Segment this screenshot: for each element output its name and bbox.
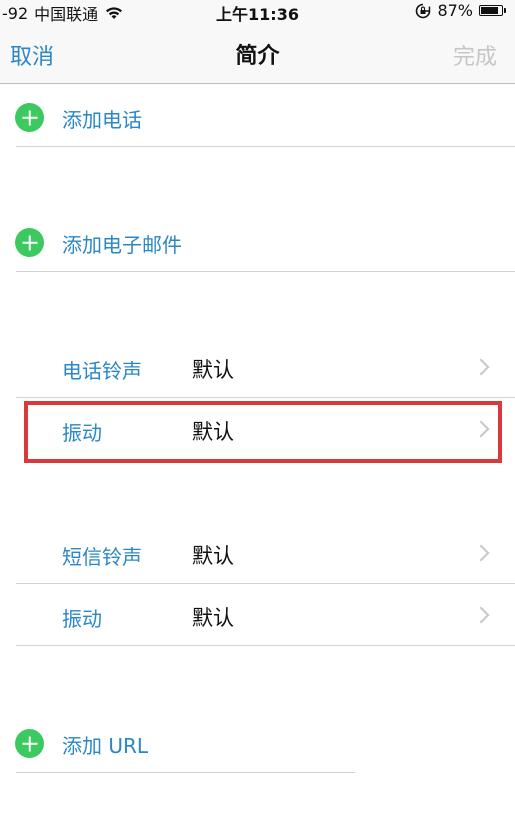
rotation-lock-icon bbox=[415, 3, 431, 19]
add-icon bbox=[15, 729, 44, 758]
ringtone-row[interactable]: 电话铃声 默认 bbox=[0, 338, 515, 398]
add-phone-row[interactable]: 添加电话 bbox=[0, 87, 515, 147]
contact-edit-screen: -92 中国联通 上午11:36 87% 取消 简介 完成 添加电话 添加电子邮… bbox=[0, 0, 515, 821]
text-vibration-row[interactable]: 振动 默认 bbox=[0, 586, 515, 646]
ringtone-value: 默认 bbox=[192, 358, 234, 382]
text-tone-value: 默认 bbox=[192, 544, 234, 568]
chevron-right-icon bbox=[472, 420, 490, 438]
add-email-row[interactable]: 添加电子邮件 bbox=[0, 212, 515, 272]
chevron-right-icon bbox=[472, 544, 490, 562]
chevron-right-icon bbox=[472, 358, 490, 376]
divider bbox=[16, 583, 515, 584]
text-vibration-label: 振动 bbox=[62, 607, 102, 631]
add-url-row[interactable]: 添加 URL bbox=[0, 713, 515, 773]
add-url-label: 添加 URL bbox=[62, 734, 149, 758]
battery-percent: 87% bbox=[437, 1, 473, 20]
battery-level-fill bbox=[481, 7, 498, 14]
ringtone-vibration-value: 默认 bbox=[192, 420, 234, 444]
divider bbox=[16, 146, 515, 147]
text-vibration-value: 默认 bbox=[192, 606, 234, 630]
battery-icon bbox=[479, 5, 506, 16]
divider bbox=[16, 271, 515, 272]
page-title: 简介 bbox=[235, 44, 280, 69]
add-icon bbox=[15, 228, 44, 257]
add-phone-label: 添加电话 bbox=[62, 108, 142, 132]
add-icon bbox=[15, 103, 44, 132]
divider bbox=[16, 645, 515, 646]
divider bbox=[16, 772, 355, 773]
text-tone-row[interactable]: 短信铃声 默认 bbox=[0, 524, 515, 584]
divider bbox=[16, 397, 515, 398]
chevron-right-icon bbox=[472, 606, 490, 624]
status-right: 87% bbox=[415, 1, 506, 20]
status-bar: -92 中国联通 上午11:36 87% bbox=[0, 0, 515, 24]
done-button[interactable]: 完成 bbox=[453, 39, 497, 71]
ringtone-label: 电话铃声 bbox=[62, 359, 142, 383]
add-email-label: 添加电子邮件 bbox=[62, 233, 182, 257]
navigation-bar: 取消 简介 完成 bbox=[0, 24, 515, 84]
ringtone-vibration-label: 振动 bbox=[62, 421, 102, 445]
ringtone-vibration-row[interactable]: 振动 默认 bbox=[0, 400, 515, 460]
text-tone-label: 短信铃声 bbox=[62, 545, 142, 569]
